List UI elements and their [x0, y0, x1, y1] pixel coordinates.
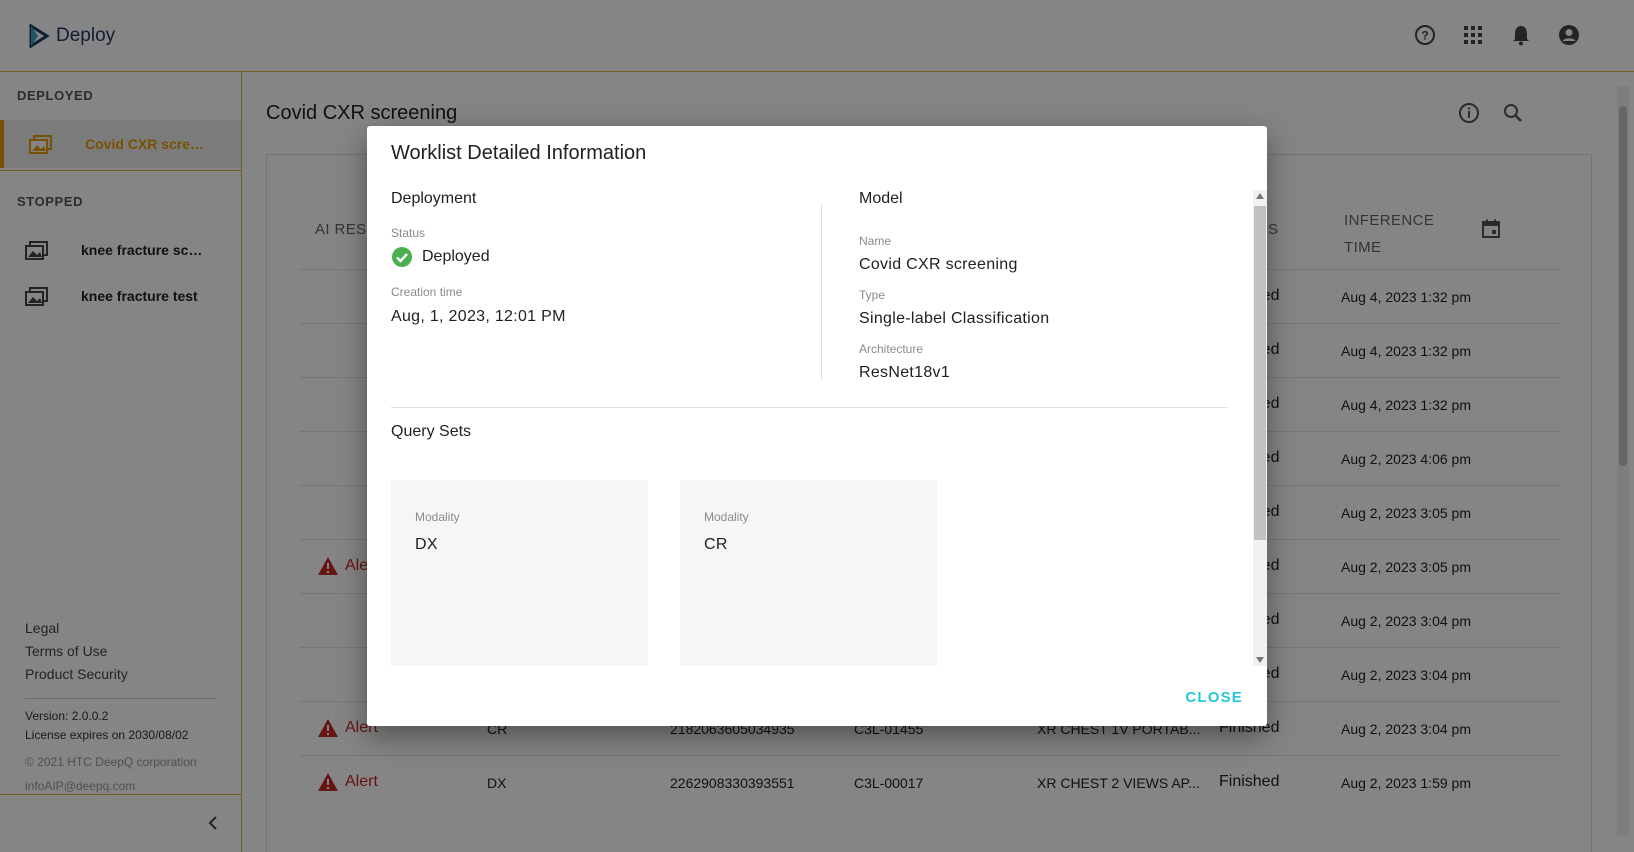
deployment-status: Deployed: [391, 246, 490, 268]
modality-value: DX: [415, 536, 438, 553]
modality-value: CR: [704, 536, 728, 553]
deployment-heading: Deployment: [391, 190, 477, 207]
model-type-value: Single-label Classification: [859, 310, 1050, 327]
architecture-value: ResNet18v1: [859, 364, 951, 381]
model-name-value: Covid CXR screening: [859, 256, 1018, 273]
architecture-label: Architecture: [859, 342, 924, 356]
scroll-up-arrow-icon[interactable]: [1256, 193, 1264, 199]
model-type-label: Type: [859, 288, 886, 302]
creation-time-value: Aug, 1, 2023, 12:01 PM: [391, 308, 566, 325]
status-label: Status: [391, 226, 426, 240]
check-circle-icon: [392, 247, 412, 267]
dialog-scrollbar[interactable]: [1253, 190, 1267, 666]
model-heading: Model: [859, 190, 903, 207]
query-set-card[interactable]: Modality CR: [680, 480, 937, 666]
close-button[interactable]: CLOSE: [1185, 689, 1243, 706]
model-name-label: Name: [859, 234, 892, 248]
dialog-title: Worklist Detailed Information: [391, 142, 647, 164]
worklist-detail-dialog: Worklist Detailed Information Deployment…: [367, 126, 1267, 726]
scroll-down-arrow-icon[interactable]: [1256, 657, 1264, 663]
creation-time-label: Creation time: [391, 285, 463, 299]
dialog-body: Deployment Status Deployed Creation time…: [391, 190, 1243, 666]
section-divider-vertical: [821, 204, 822, 380]
modality-label: Modality: [704, 510, 749, 524]
query-sets-heading: Query Sets: [391, 423, 472, 440]
status-value: Deployed: [422, 248, 490, 265]
section-divider-horizontal: [391, 407, 1227, 408]
modality-label: Modality: [415, 510, 460, 524]
query-set-card[interactable]: Modality DX: [391, 480, 648, 666]
dialog-scroll-thumb[interactable]: [1254, 206, 1266, 540]
